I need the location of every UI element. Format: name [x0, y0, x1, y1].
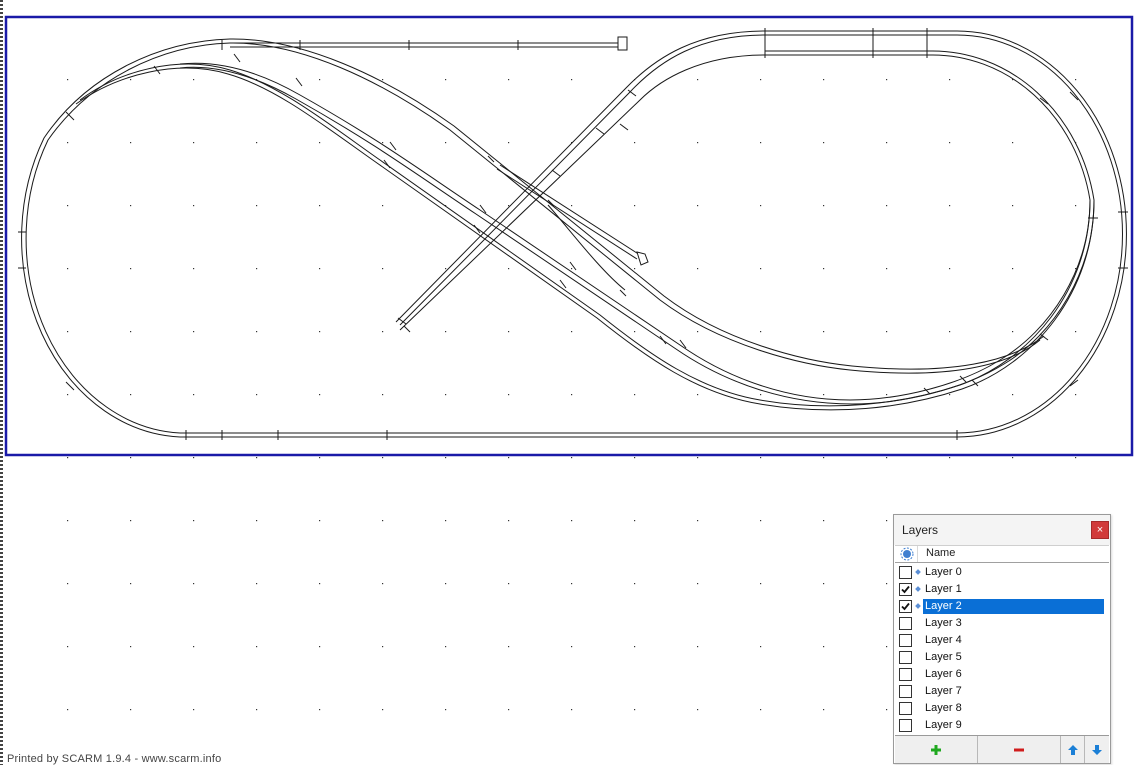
layers-toolbar	[895, 735, 1109, 763]
move-layer-down-button[interactable]	[1085, 736, 1109, 763]
layer-row[interactable]: Layer 4	[895, 632, 1111, 649]
layer-visibility-checkbox[interactable]	[899, 702, 912, 715]
column-divider	[917, 546, 918, 562]
layer-name[interactable]: Layer 2	[923, 599, 1104, 614]
layer-visibility-checkbox[interactable]	[899, 634, 912, 647]
layer-visibility-checkbox[interactable]	[899, 566, 912, 579]
visibility-column-icon[interactable]	[900, 547, 914, 561]
layer-visibility-checkbox[interactable]	[899, 651, 912, 664]
top-siding-track[interactable]	[230, 36, 628, 51]
layer-row[interactable]: Layer 2	[895, 598, 1111, 615]
layer-row[interactable]: Layer 5	[895, 649, 1111, 666]
layer-name[interactable]: Layer 3	[923, 616, 964, 631]
layer-visibility-checkbox[interactable]	[899, 600, 912, 613]
add-layer-button[interactable]	[895, 736, 978, 763]
layer-row[interactable]: Layer 9	[895, 717, 1111, 734]
layer-name[interactable]: Layer 6	[923, 667, 964, 682]
layer-visibility-checkbox[interactable]	[899, 668, 912, 681]
name-column-header[interactable]: Name	[926, 547, 955, 559]
layer-content-marker-icon	[915, 569, 921, 575]
printed-by-text: Printed by SCARM 1.9.4 - www.scarm.info	[7, 753, 222, 765]
layer-visibility-checkbox[interactable]	[899, 685, 912, 698]
layer-visibility-checkbox[interactable]	[899, 617, 912, 630]
layer-content-marker-icon	[915, 603, 921, 609]
checkmark-icon	[901, 602, 910, 611]
layers-list-header: Name	[895, 545, 1109, 563]
close-icon: ×	[1096, 524, 1104, 536]
page-edge	[0, 0, 3, 765]
layer-name[interactable]: Layer 8	[923, 701, 964, 716]
layer-row[interactable]: Layer 7	[895, 683, 1111, 700]
layer-row[interactable]: Layer 0	[895, 564, 1111, 581]
layers-panel-title: Layers	[902, 523, 939, 537]
center-spur-track[interactable]	[496, 164, 649, 291]
layers-panel[interactable]: Layers × Name Layer 0 Layer 1 Layer 2 Layer…	[893, 514, 1111, 764]
plus-icon	[931, 744, 941, 755]
print-footer: Printed by SCARM 1.9.4 - www.scarm.info	[7, 753, 221, 765]
layer-name[interactable]: Layer 4	[923, 633, 964, 648]
layer-row[interactable]: Layer 3	[895, 615, 1111, 632]
close-button[interactable]: ×	[1091, 521, 1109, 539]
inner-loop-track[interactable]	[75, 50, 1095, 411]
layer-name[interactable]: Layer 0	[923, 565, 964, 580]
arrow-down-icon	[1092, 744, 1102, 755]
arrow-up-icon	[1067, 744, 1078, 755]
layer-row[interactable]: Layer 6	[895, 666, 1111, 683]
checkmark-icon	[901, 585, 910, 594]
minus-icon	[1014, 748, 1024, 751]
baseboard-outline	[4, 15, 1134, 457]
layer-row[interactable]: Layer 8	[895, 700, 1111, 717]
layer-name[interactable]: Layer 5	[923, 650, 964, 665]
move-layer-up-button[interactable]	[1061, 736, 1085, 763]
layer-name[interactable]: Layer 7	[923, 684, 964, 699]
layer-content-marker-icon	[915, 586, 921, 592]
layers-panel-titlebar[interactable]: Layers ×	[894, 515, 1110, 545]
layer-visibility-checkbox[interactable]	[899, 583, 912, 596]
buffer-stop-top[interactable]	[617, 36, 628, 51]
layer-name[interactable]: Layer 1	[923, 582, 964, 597]
layer-name[interactable]: Layer 9	[923, 718, 964, 733]
buffer-stop-center[interactable]	[636, 251, 649, 266]
layer-row[interactable]: Layer 1	[895, 581, 1111, 598]
layer-visibility-checkbox[interactable]	[899, 719, 912, 732]
remove-layer-button[interactable]	[978, 736, 1061, 763]
track-plan[interactable]	[18, 28, 1128, 440]
